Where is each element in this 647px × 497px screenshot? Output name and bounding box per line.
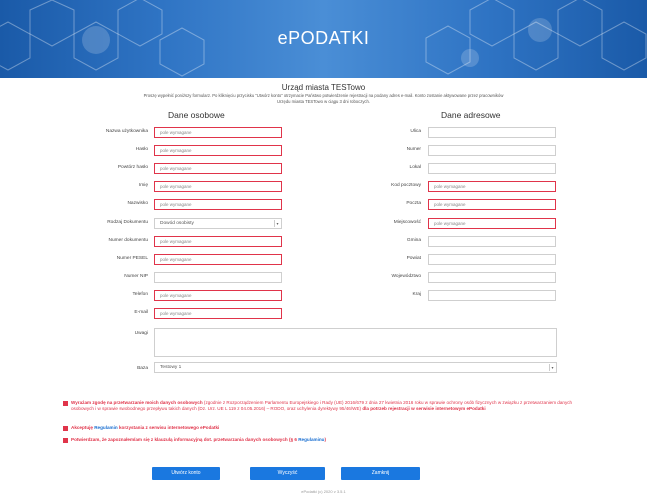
label-kod-pocztowy: Kod pocztowy xyxy=(391,183,421,189)
intro-text: Proszę wypełnić poniższy formularz. Po k… xyxy=(143,93,504,104)
label-telefon: Telefon xyxy=(132,291,148,297)
numer-dokumentu-input[interactable]: pole wymagane xyxy=(154,235,282,247)
label-powiat: Powiat xyxy=(406,255,421,261)
numer-nip-input[interactable] xyxy=(154,271,282,283)
gmina-input[interactable] xyxy=(428,235,556,247)
agree-data-processing-text: Wyrażam zgodę na przetwarzanie moich dan… xyxy=(71,400,573,411)
label-e-mail: E-mail xyxy=(134,310,148,315)
miejscowosc-input[interactable]: pole wymagane xyxy=(428,217,556,229)
kraj-input[interactable] xyxy=(428,289,556,301)
label-nazwa-uzytkownika: Nazwa użytkownika xyxy=(105,129,148,134)
section-address-title: Dane adresowe xyxy=(441,110,501,120)
confirm-clause-text: Potwierdzam, że zapoznałem/am się z klau… xyxy=(71,437,327,442)
wojewodztwo-input[interactable] xyxy=(428,271,556,283)
label-gmina: Gmina xyxy=(406,237,421,243)
label-numer-dokumentu: Numer dokumentu xyxy=(108,237,148,243)
header-banner: ePODATKI xyxy=(0,0,647,78)
telefon-input[interactable]: pole wymagane xyxy=(154,289,282,301)
numer-input[interactable] xyxy=(428,145,556,157)
label-poczta: Poczta xyxy=(406,201,421,207)
powiat-input[interactable] xyxy=(428,253,556,265)
section-personal-title: Dane osobowe xyxy=(168,110,225,120)
chevron-down-icon: ▾ xyxy=(549,364,555,371)
clear-button[interactable]: Wyczyść xyxy=(250,467,325,480)
create-account-button[interactable]: Utwórz konto xyxy=(152,467,220,480)
rodzaj-dokumentu-select[interactable]: Dowód osobisty ▾ xyxy=(154,217,282,229)
regulations-paragraph-link[interactable]: Regulaminu xyxy=(298,437,324,442)
base-label: Baza xyxy=(137,366,148,371)
base-select[interactable]: Testowy 1 ▾ xyxy=(154,362,557,373)
e-mail-input[interactable]: pole wymagane xyxy=(154,308,282,319)
poczta-input[interactable]: pole wymagane xyxy=(428,199,556,211)
notes-textarea[interactable] xyxy=(154,328,557,357)
label-rodzaj-dokumentu: Rodzaj Dokumentu xyxy=(107,219,148,225)
label-miejscowosc: Miejscowość xyxy=(393,219,421,225)
lokal-input[interactable] xyxy=(428,163,556,175)
label-numer-pesel: Numer PESEL xyxy=(116,255,148,261)
label-wojewodztwo: Województwo xyxy=(391,273,421,279)
label-haslo: Hasło xyxy=(135,147,148,153)
label-numer: Numer xyxy=(406,147,421,153)
powtorz-haslo-input[interactable]: pole wymagane xyxy=(154,163,282,175)
label-lokal: Lokal xyxy=(409,165,421,171)
imie-input[interactable]: pole wymagane xyxy=(154,181,282,193)
nazwisko-input[interactable]: pole wymagane xyxy=(154,199,282,211)
base-select-value: Testowy 1 xyxy=(160,365,182,370)
rodzaj-dokumentu-select-value: Dowód osobisty xyxy=(160,220,194,226)
label-ulica: Ulica xyxy=(410,129,421,134)
label-nazwisko: Nazwisko xyxy=(127,201,148,207)
confirm-clause-checkbox[interactable] xyxy=(63,438,68,443)
ulica-input[interactable] xyxy=(428,127,556,138)
numer-pesel-input[interactable]: pole wymagane xyxy=(154,253,282,265)
haslo-input[interactable]: pole wymagane xyxy=(154,145,282,157)
notes-label: Uwagi xyxy=(134,331,148,336)
regulations-link[interactable]: Regulamin xyxy=(94,425,117,430)
label-numer-nip: Numer NIP xyxy=(124,273,148,279)
label-kraj: Kraj xyxy=(412,291,421,297)
footer-version: ePodatki (c) 2020 v 3.5.1 xyxy=(301,489,346,494)
agree-data-processing-checkbox[interactable] xyxy=(63,401,68,406)
chevron-down-icon: ▾ xyxy=(274,219,280,227)
app-title: ePODATKI xyxy=(277,28,370,48)
kod-pocztowy-input[interactable]: pole wymagane xyxy=(428,181,556,193)
label-powtorz-haslo: Powtórz hasło xyxy=(117,165,148,171)
close-button[interactable]: Zamknij xyxy=(341,467,420,480)
office-title: Urząd miasta TESTowo xyxy=(281,83,366,92)
accept-regulations-text: Akceptuję Regulamin korzystania z serwis… xyxy=(71,425,220,430)
accept-regulations-checkbox[interactable] xyxy=(63,426,68,431)
nazwa-uzytkownika-input[interactable]: pole wymagane xyxy=(154,127,282,138)
label-imie: Imię xyxy=(138,183,148,189)
